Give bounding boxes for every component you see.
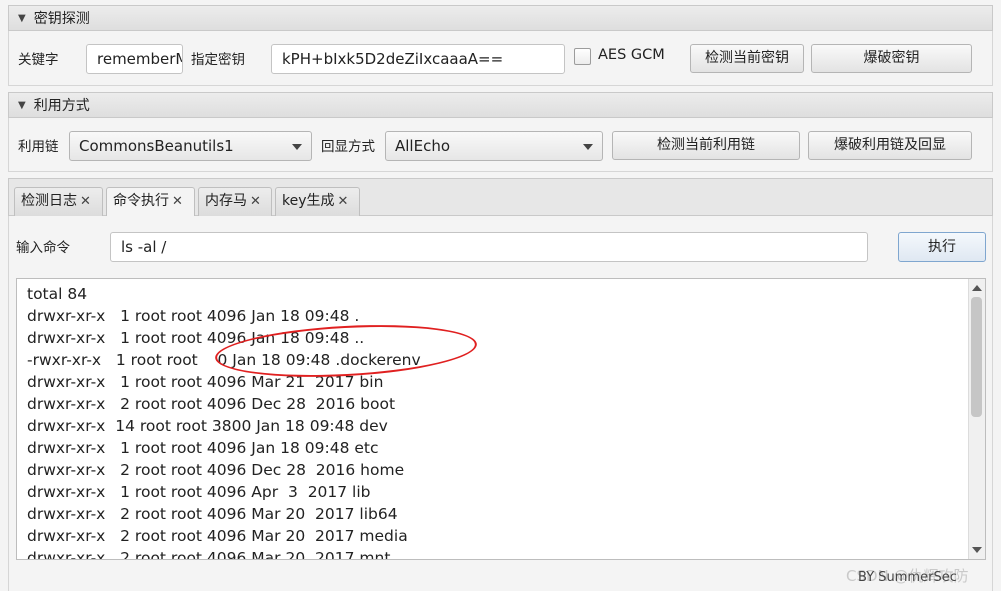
keyword-input[interactable]: rememberMe [86,44,183,74]
brute-chain-button[interactable]: 爆破利用链及回显 [808,131,972,160]
key-panel-body: 关键字 rememberMe 指定密钥 kPH+bIxk5D2deZiIxcaa… [8,31,993,86]
aes-gcm-label: AES GCM [598,47,665,63]
dropdown-arrow-icon [583,144,593,150]
key-panel-header[interactable]: ▼ 密钥探测 [8,5,993,31]
output-line: total 84 [27,285,88,303]
output-line: drwxr-xr-x 14 root root 3800 Jan 18 09:4… [27,417,388,435]
scrollbar-thumb[interactable] [971,297,982,417]
tab-close-icon[interactable]: ✕ [80,194,91,209]
output-line: drwxr-xr-x 1 root root 4096 Jan 18 09:48… [27,307,360,325]
tab-label: 内存马 [205,193,247,209]
tab-close-icon[interactable]: ✕ [250,194,261,209]
tab-detection-log[interactable]: 检测日志 ✕ [14,187,103,216]
output-line: drwxr-xr-x 2 root root 4096 Mar 20 2017 … [27,527,408,545]
output-line: drwxr-xr-x 2 root root 4096 Mar 20 2017 … [27,505,398,523]
exploit-panel-header[interactable]: ▼ 利用方式 [8,92,993,118]
collapse-triangle-icon[interactable]: ▼ [18,100,26,111]
vertical-scrollbar[interactable] [968,279,985,559]
key-panel-title: 密钥探测 [33,11,90,27]
run-button[interactable]: 执行 [898,232,986,262]
echo-select-value: AllEcho [395,137,451,155]
detect-chain-button[interactable]: 检测当前利用链 [612,131,800,160]
exploit-panel-body: 利用链 CommonsBeanutils1 回显方式 AllEcho 检测当前利… [8,118,993,172]
aes-gcm-checkbox[interactable] [574,48,591,65]
tab-bar: 检测日志 ✕ 命令执行 ✕ 内存马 ✕ key生成 ✕ [8,178,993,217]
author-label: BY SummerSec [858,570,957,585]
tab-label: key生成 [282,193,335,209]
command-label: 输入命令 [16,240,70,256]
key-label: 指定密钥 [191,52,245,68]
tab-memory-shell[interactable]: 内存马 ✕ [198,187,272,216]
exploit-panel-title: 利用方式 [33,98,90,114]
tab-key-gen[interactable]: key生成 ✕ [275,187,360,216]
tab-label: 命令执行 [113,193,169,209]
chain-select[interactable]: CommonsBeanutils1 [69,131,312,161]
output-line: drwxr-xr-x 2 root root 4096 Mar 20 2017 … [27,549,391,560]
output-line: drwxr-xr-x 2 root root 4096 Dec 28 2016 … [27,395,396,413]
collapse-triangle-icon[interactable]: ▼ [18,13,26,24]
tab-label: 检测日志 [21,193,77,209]
chain-label: 利用链 [18,139,59,155]
brute-key-button[interactable]: 爆破密钥 [811,44,972,73]
keyword-label: 关键字 [18,52,59,68]
output-line: drwxr-xr-x 2 root root 4096 Dec 28 2016 … [27,461,405,479]
tab-close-icon[interactable]: ✕ [172,194,183,209]
command-output[interactable]: total 84 drwxr-xr-x 1 root root 4096 Jan… [16,278,986,560]
echo-label: 回显方式 [321,139,375,155]
tab-command-exec[interactable]: 命令执行 ✕ [106,187,195,217]
chain-select-value: CommonsBeanutils1 [79,137,234,155]
key-input[interactable]: kPH+bIxk5D2deZiIxcaaaA== [271,44,565,74]
scroll-down-arrow-icon[interactable] [972,547,982,553]
output-line: drwxr-xr-x 1 root root 4096 Jan 18 09:48… [27,439,379,457]
command-input[interactable]: ls -al / [110,232,868,262]
dropdown-arrow-icon [292,144,302,150]
detect-key-button[interactable]: 检测当前密钥 [690,44,804,73]
output-line: drwxr-xr-x 1 root root 4096 Apr 3 2017 l… [27,483,371,501]
tab-close-icon[interactable]: ✕ [338,194,349,209]
echo-select[interactable]: AllEcho [385,131,603,161]
scroll-up-arrow-icon[interactable] [972,285,982,291]
